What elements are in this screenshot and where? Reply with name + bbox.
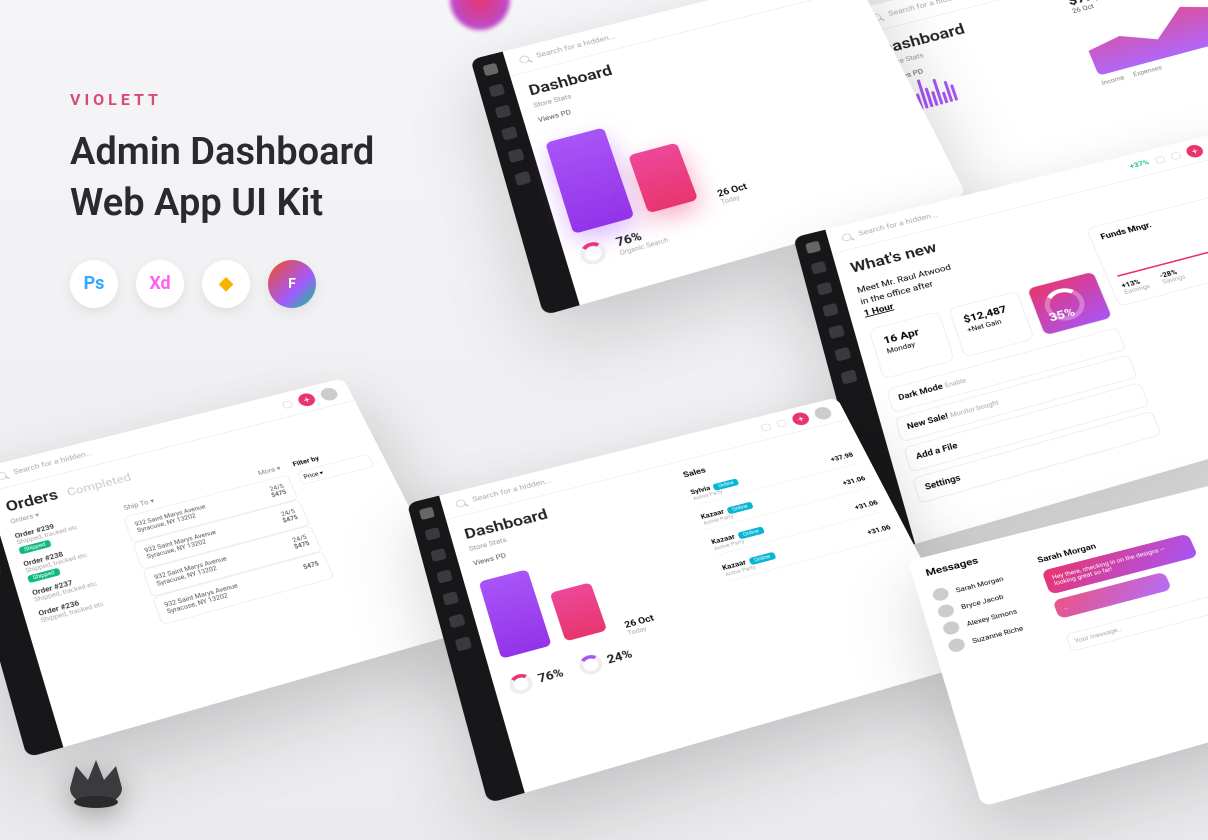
area-chart <box>1074 0 1208 76</box>
pct1: 76% <box>536 666 565 686</box>
contacts-list: Sarah MorganBryce JacobAlexey SimonsSuza… <box>931 566 1058 682</box>
nav-icon[interactable] <box>436 569 453 583</box>
header-button[interactable] <box>1154 155 1166 164</box>
featured-card[interactable]: 35% <box>1026 271 1113 336</box>
crown-icon <box>60 748 132 810</box>
bar-purple <box>479 569 552 659</box>
nav-icon[interactable] <box>442 591 459 606</box>
figma-icon: F <box>268 260 316 308</box>
nav-icon[interactable] <box>495 105 512 119</box>
nav-icon[interactable] <box>419 507 435 521</box>
add-button[interactable]: + <box>1184 143 1205 159</box>
donut-icon <box>507 671 535 696</box>
bar-chart <box>478 552 608 659</box>
search-icon[interactable] <box>0 471 7 481</box>
tool-badges: Ps Xd ◆ F <box>70 260 374 308</box>
pct2: 24% <box>605 647 634 666</box>
avatar[interactable] <box>318 386 339 402</box>
bar-chart <box>543 104 698 234</box>
photoshop-icon: Ps <box>70 260 118 308</box>
notif-icon[interactable] <box>1170 151 1182 160</box>
sketch-icon: ◆ <box>202 260 250 308</box>
headline-line1: Admin Dashboard <box>70 127 374 178</box>
nav-icon[interactable] <box>508 148 525 163</box>
nav-icon[interactable] <box>834 347 851 362</box>
header-button[interactable] <box>281 400 293 409</box>
nav-icon[interactable] <box>483 63 499 77</box>
xd-icon: Xd <box>136 260 184 308</box>
add-button[interactable]: + <box>790 411 811 427</box>
decorative-orb <box>450 0 510 30</box>
nav-icon[interactable] <box>424 527 440 541</box>
nav-icon[interactable] <box>822 303 839 317</box>
mock-orders: Search for a hidden... + Orders Complete… <box>0 378 472 758</box>
headline: Admin Dashboard Web App UI Kit <box>70 127 374 230</box>
legend-expense: Expenses <box>1132 64 1163 78</box>
avatar[interactable] <box>812 405 833 421</box>
nav-icon[interactable] <box>805 241 821 254</box>
brand-label: VIOLETT <box>70 90 374 109</box>
notif-icon[interactable] <box>776 419 788 428</box>
legend-income: Income <box>1101 74 1126 86</box>
donut-icon <box>576 653 604 678</box>
bar-pink <box>550 582 608 641</box>
nav-icon[interactable] <box>448 613 465 628</box>
hero: VIOLETT Admin Dashboard Web App UI Kit P… <box>70 90 374 308</box>
nav-icon[interactable] <box>455 636 472 651</box>
nav-icon[interactable] <box>514 171 531 186</box>
bar-pink <box>628 143 698 214</box>
header-badge: +37% <box>1128 159 1150 170</box>
date-card[interactable]: 16 Apr Monday <box>869 311 955 379</box>
nav-icon[interactable] <box>0 564 1 579</box>
bar-purple <box>545 127 634 234</box>
nav-icon[interactable] <box>501 126 518 141</box>
header-button[interactable] <box>760 423 772 432</box>
search-icon[interactable] <box>518 54 530 64</box>
nav-icon[interactable] <box>811 261 827 275</box>
headline-line2: Web App UI Kit <box>70 178 374 229</box>
nav-icon[interactable] <box>840 369 857 384</box>
more-dropdown[interactable]: More ▾ <box>257 465 282 477</box>
nav-icon[interactable] <box>828 325 845 340</box>
revenue-card[interactable]: $12,487 +Net Gain <box>948 291 1035 358</box>
search-icon[interactable] <box>841 232 853 241</box>
nav-icon[interactable] <box>430 548 447 562</box>
nav-icon[interactable] <box>816 282 832 296</box>
nav-icon[interactable] <box>489 83 506 97</box>
add-button[interactable]: + <box>296 391 317 407</box>
search-icon[interactable] <box>455 498 467 508</box>
